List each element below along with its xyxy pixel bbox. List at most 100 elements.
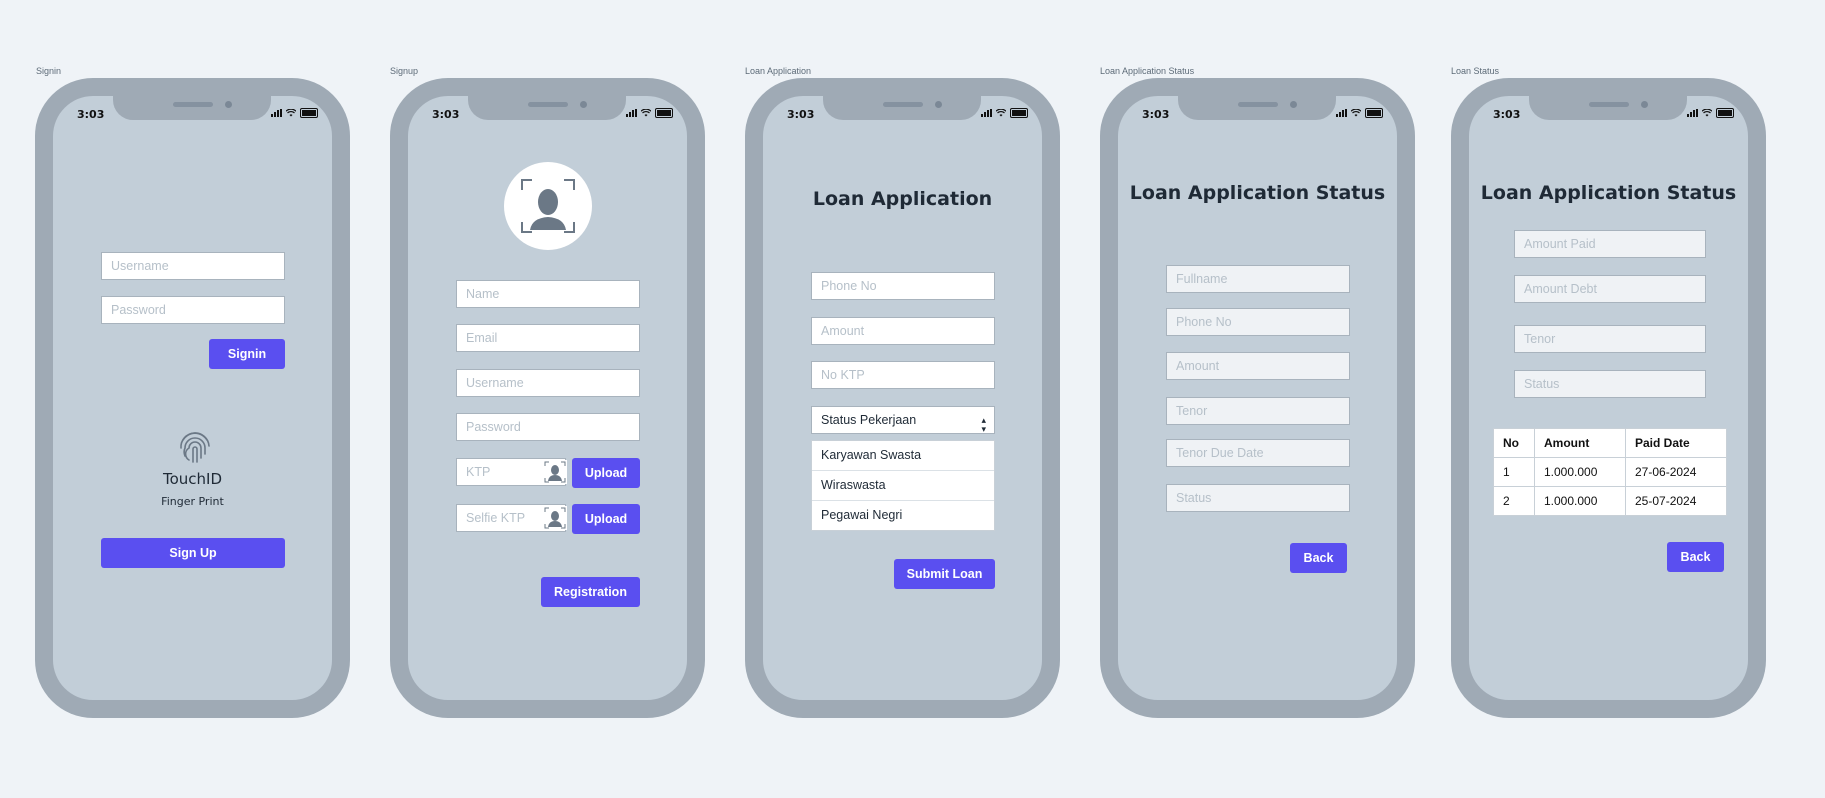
status-time: 3:03 xyxy=(1142,108,1170,121)
frame-label-loan-status: Loan Status xyxy=(1451,66,1500,76)
dropdown-option[interactable]: Karyawan Swasta xyxy=(812,441,994,471)
phone-signup: 3:03 Name Email Username Password KTP Up… xyxy=(390,78,705,718)
submit-loan-button[interactable]: Submit Loan xyxy=(894,559,995,589)
table-cell: 25-07-2024 xyxy=(1625,486,1727,516)
status-icons xyxy=(271,108,318,118)
signal-icon xyxy=(1687,109,1698,117)
signal-icon xyxy=(271,109,282,117)
notch xyxy=(823,96,981,120)
avatar-placeholder-icon[interactable] xyxy=(504,162,592,250)
tenor-field: Tenor xyxy=(1514,325,1706,353)
page-title: Loan Application Status xyxy=(1480,182,1737,204)
notch xyxy=(468,96,626,120)
email-input[interactable]: Email xyxy=(456,324,640,352)
signal-icon xyxy=(626,109,637,117)
table-header-row: No Amount Paid Date xyxy=(1493,428,1727,458)
screen-signup: 3:03 Name Email Username Password KTP Up… xyxy=(408,96,687,700)
payment-table: No Amount Paid Date 1 1.000.000 27-06-20… xyxy=(1493,428,1727,516)
frame-label-signup: Signup xyxy=(390,66,419,76)
phone-input[interactable]: Phone No xyxy=(811,272,995,300)
table-header: Paid Date xyxy=(1625,428,1727,458)
amount-input[interactable]: Amount xyxy=(811,317,995,345)
phone-loan-application: 3:03 Loan Application Phone No Amount No… xyxy=(745,78,1060,718)
status-field: Status xyxy=(1514,370,1706,398)
screen-signin: 3:03 Username Password Signin TouchID Fi… xyxy=(53,96,332,700)
status-time: 3:03 xyxy=(77,108,105,121)
ktp-avatar-icon xyxy=(543,460,567,484)
username-input[interactable]: Username xyxy=(101,252,285,280)
registration-button[interactable]: Registration xyxy=(541,577,640,607)
status-time: 3:03 xyxy=(1493,108,1521,121)
status-pekerjaan-dropdown: Karyawan Swasta Wiraswasta Pegawai Negri xyxy=(811,440,995,531)
ktp-number-input[interactable]: No KTP xyxy=(811,361,995,389)
frame-label-loan-application: Loan Application xyxy=(745,66,812,76)
table-cell: 27-06-2024 xyxy=(1625,457,1727,487)
signup-button[interactable]: Sign Up xyxy=(101,538,285,568)
table-cell: 1 xyxy=(1493,457,1535,487)
amount-debt-field: Amount Debt xyxy=(1514,275,1706,303)
frame-label-loan-application-status: Loan Application Status xyxy=(1100,66,1195,76)
signal-icon xyxy=(981,109,992,117)
signin-button[interactable]: Signin xyxy=(209,339,285,369)
back-button[interactable]: Back xyxy=(1290,543,1347,573)
name-input[interactable]: Name xyxy=(456,280,640,308)
tenor-field: Tenor xyxy=(1166,397,1350,425)
upload-selfie-button[interactable]: Upload xyxy=(572,504,640,534)
status-pekerjaan-value: Status Pekerjaan xyxy=(821,413,917,427)
amount-field: Amount xyxy=(1166,352,1350,380)
phone-loan-status: 3:03 Loan Application Status Amount Paid… xyxy=(1451,78,1766,718)
touchid-label: TouchID xyxy=(162,470,223,488)
fingerprint-icon[interactable] xyxy=(175,426,215,466)
select-arrows-icon-down: ▾ xyxy=(981,424,986,434)
tenor-due-date-field: Tenor Due Date xyxy=(1166,439,1350,467)
battery-icon xyxy=(655,108,673,118)
dropdown-option[interactable]: Wiraswasta xyxy=(812,471,994,501)
table-cell: 2 xyxy=(1493,486,1535,516)
phone-field: Phone No xyxy=(1166,308,1350,336)
status-icons xyxy=(626,108,673,118)
back-button[interactable]: Back xyxy=(1667,542,1724,572)
table-cell: 1.000.000 xyxy=(1534,457,1626,487)
wifi-icon xyxy=(1351,109,1361,117)
status-icons xyxy=(1687,108,1734,118)
battery-icon xyxy=(300,108,318,118)
page-title: Loan Application xyxy=(812,188,993,210)
table-row: 1 1.000.000 27-06-2024 xyxy=(1493,457,1727,487)
battery-icon xyxy=(1365,108,1383,118)
signal-icon xyxy=(1336,109,1347,117)
status-field: Status xyxy=(1166,484,1350,512)
phone-signin: 3:03 Username Password Signin TouchID Fi… xyxy=(35,78,350,718)
upload-ktp-button[interactable]: Upload xyxy=(572,458,640,488)
fingerprint-label: Finger Print xyxy=(161,495,224,508)
table-cell: 1.000.000 xyxy=(1534,486,1626,516)
wifi-icon xyxy=(286,109,296,117)
notch xyxy=(1529,96,1687,120)
status-icons xyxy=(1336,108,1383,118)
screen-loan-application-status: 3:03 Loan Application Status Fullname Ph… xyxy=(1118,96,1397,700)
table-header: No xyxy=(1493,428,1535,458)
fullname-field: Fullname xyxy=(1166,265,1350,293)
amount-paid-field: Amount Paid xyxy=(1514,230,1706,258)
selfie-avatar-icon xyxy=(543,506,567,530)
wifi-icon xyxy=(1702,109,1712,117)
wifi-icon xyxy=(996,109,1006,117)
battery-icon xyxy=(1716,108,1734,118)
page-title: Loan Application Status xyxy=(1129,182,1386,204)
status-icons xyxy=(981,108,1028,118)
status-time: 3:03 xyxy=(787,108,815,121)
notch xyxy=(1178,96,1336,120)
table-header: Amount xyxy=(1534,428,1626,458)
notch xyxy=(113,96,271,120)
password-input[interactable]: Password xyxy=(456,413,640,441)
username-input[interactable]: Username xyxy=(456,369,640,397)
screen-loan-status: 3:03 Loan Application Status Amount Paid… xyxy=(1469,96,1748,700)
status-pekerjaan-select[interactable]: Status Pekerjaan ▴ ▾ xyxy=(811,406,995,434)
phone-loan-application-status: 3:03 Loan Application Status Fullname Ph… xyxy=(1100,78,1415,718)
password-input[interactable]: Password xyxy=(101,296,285,324)
battery-icon xyxy=(1010,108,1028,118)
wifi-icon xyxy=(641,109,651,117)
frame-label-signin: Signin xyxy=(36,66,62,76)
table-row: 2 1.000.000 25-07-2024 xyxy=(1493,486,1727,516)
dropdown-option[interactable]: Pegawai Negri xyxy=(812,501,994,530)
status-time: 3:03 xyxy=(432,108,460,121)
